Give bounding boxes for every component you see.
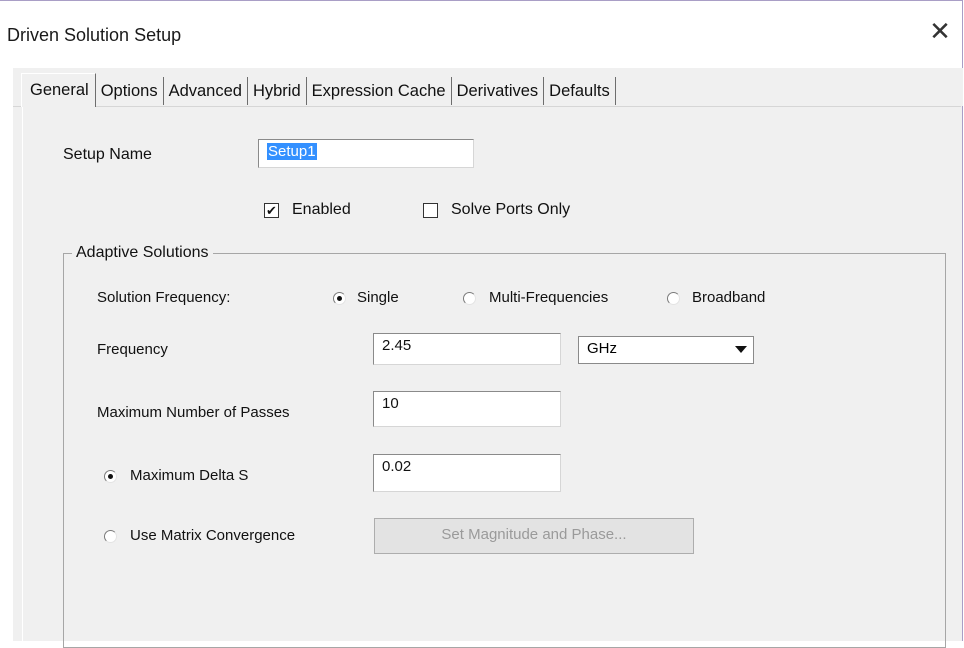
multi-frequencies-radio[interactable]	[463, 292, 476, 305]
max-delta-s-label: Maximum Delta S	[130, 467, 249, 484]
tab-strip: General Options Advanced Hybrid Expressi…	[21, 73, 616, 107]
setup-name-input[interactable]: Setup1	[258, 139, 474, 168]
frequency-label: Frequency	[97, 341, 168, 358]
tab-general[interactable]: General	[21, 73, 96, 107]
tab-defaults[interactable]: Defaults	[544, 77, 616, 105]
enabled-checkbox[interactable]: ✔	[264, 203, 279, 218]
set-magnitude-phase-button[interactable]: Set Magnitude and Phase...	[374, 518, 694, 554]
chevron-down-icon	[735, 346, 747, 353]
tab-options[interactable]: Options	[96, 77, 164, 105]
single-radio[interactable]	[333, 292, 346, 305]
broadband-radio[interactable]	[667, 292, 680, 305]
solve-ports-only-label: Solve Ports Only	[451, 201, 571, 218]
solve-ports-only-checkbox[interactable]	[423, 203, 438, 218]
matrix-convergence-radio[interactable]	[104, 530, 117, 543]
setup-name-value: Setup1	[267, 143, 317, 160]
adaptive-solutions-group	[63, 253, 946, 648]
max-passes-label: Maximum Number of Passes	[97, 404, 290, 421]
dialog-title: Driven Solution Setup	[7, 25, 182, 45]
setup-name-label: Setup Name	[63, 146, 152, 163]
tab-expression-cache[interactable]: Expression Cache	[307, 77, 452, 105]
tab-hybrid[interactable]: Hybrid	[248, 77, 307, 105]
solution-frequency-label: Solution Frequency:	[97, 289, 231, 306]
max-delta-s-radio[interactable]	[104, 470, 117, 483]
matrix-convergence-label: Use Matrix Convergence	[130, 527, 296, 544]
single-radio-label: Single	[357, 289, 399, 306]
broadband-radio-label: Broadband	[692, 289, 766, 306]
adaptive-solutions-label: Adaptive Solutions	[72, 244, 213, 262]
enabled-label: Enabled	[292, 201, 351, 218]
close-icon[interactable]: ✕	[928, 18, 952, 44]
frequency-input[interactable]: 2.45	[373, 333, 561, 365]
frequency-unit-select[interactable]: GHz	[578, 336, 754, 364]
multi-frequencies-radio-label: Multi-Frequencies	[489, 289, 609, 306]
tab-derivatives[interactable]: Derivatives	[452, 77, 545, 105]
max-delta-s-input[interactable]: 0.02	[373, 454, 561, 492]
frequency-unit-value: GHz	[587, 340, 617, 357]
max-passes-input[interactable]: 10	[373, 391, 561, 427]
tab-advanced[interactable]: Advanced	[164, 77, 248, 105]
